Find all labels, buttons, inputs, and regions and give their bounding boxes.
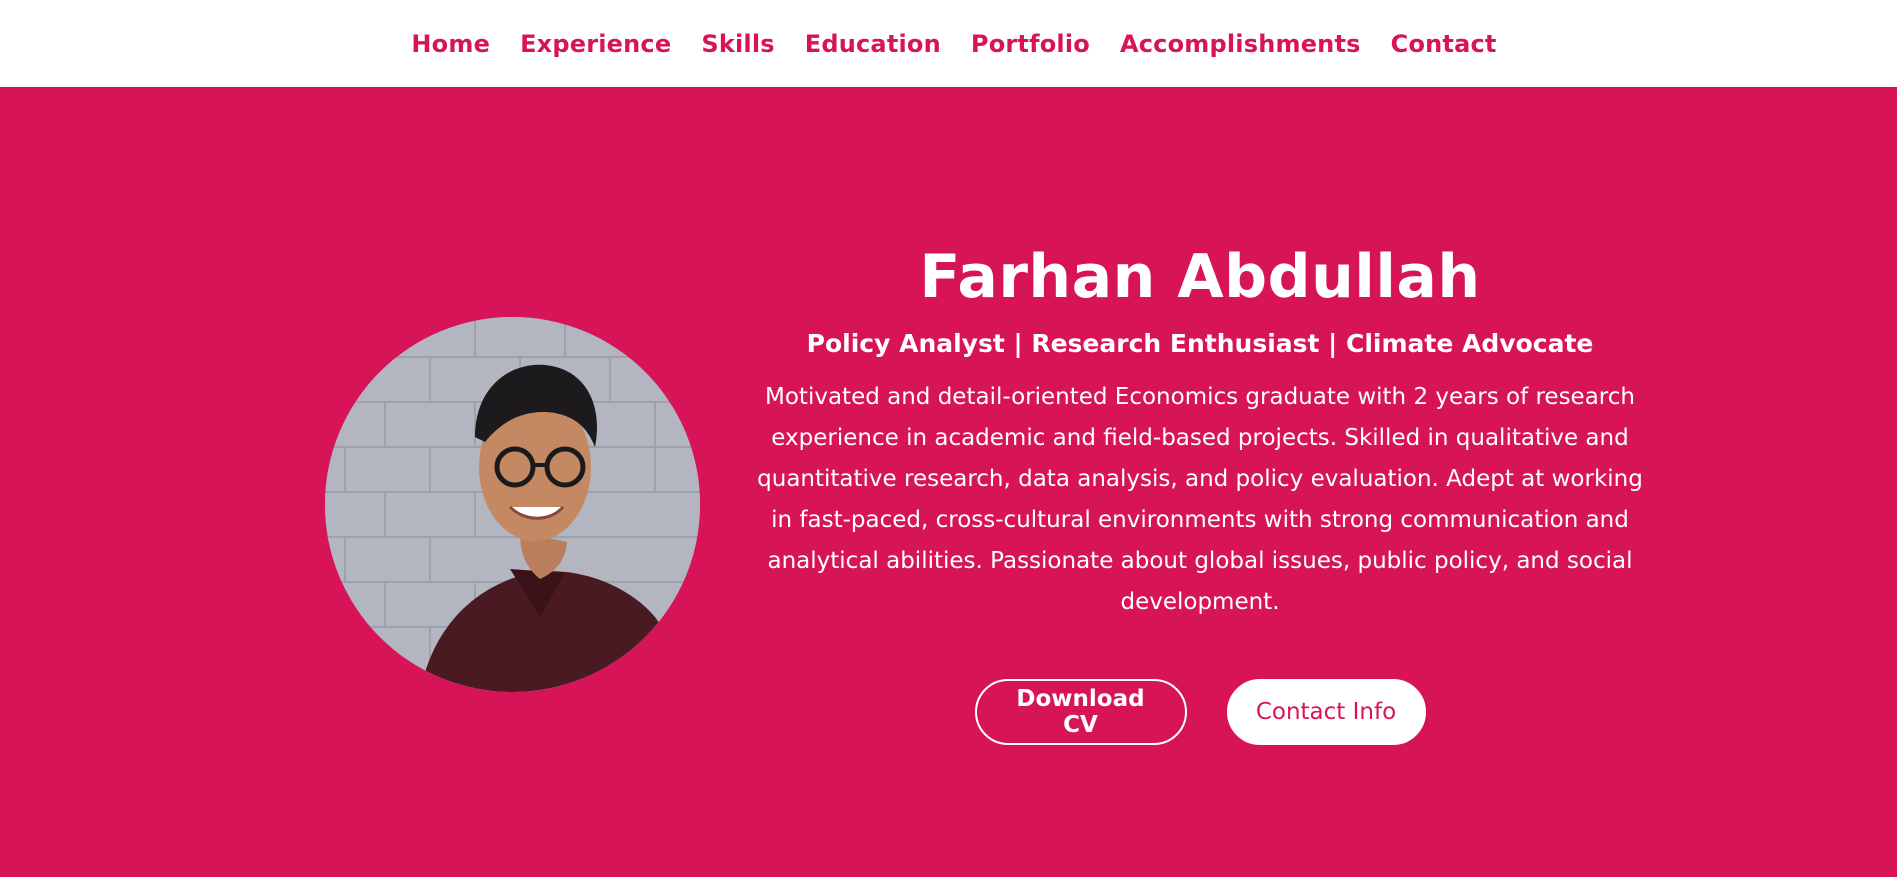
nav-item-home: Home <box>411 30 490 58</box>
nav-link-experience[interactable]: Experience <box>520 30 671 58</box>
nav-item-skills: Skills <box>701 30 774 58</box>
nav-item-contact: Contact <box>1391 30 1497 58</box>
nav-item-portfolio: Portfolio <box>971 30 1090 58</box>
nav-item-accomplishments: Accomplishments <box>1120 30 1361 58</box>
nav-list: Home Experience Skills Education Portfol… <box>400 30 1496 58</box>
profile-name: Farhan Abdullah <box>919 242 1481 312</box>
profile-bio: Motivated and detail-oriented Economics … <box>757 384 1643 615</box>
nav-link-accomplishments[interactable]: Accomplishments <box>1120 30 1361 58</box>
hero-actions: Download CV Contact Info <box>740 679 1660 745</box>
top-navbar: Home Experience Skills Education Portfol… <box>0 0 1897 87</box>
hero-section: Farhan Abdullah Policy Analyst | Researc… <box>0 87 1897 877</box>
profile-tagline: Policy Analyst | Research Enthusiast | C… <box>806 329 1594 358</box>
download-cv-button[interactable]: Download CV <box>974 679 1187 745</box>
nav-link-contact[interactable]: Contact <box>1391 30 1497 58</box>
nav-link-skills[interactable]: Skills <box>701 30 774 58</box>
profile-portrait-illustration <box>325 317 700 692</box>
contact-info-button[interactable]: Contact Info <box>1226 679 1426 745</box>
nav-item-experience: Experience <box>520 30 671 58</box>
nav-link-portfolio[interactable]: Portfolio <box>971 30 1090 58</box>
profile-photo <box>325 317 700 692</box>
nav-item-education: Education <box>805 30 941 58</box>
nav-link-education[interactable]: Education <box>805 30 941 58</box>
nav-link-home[interactable]: Home <box>411 30 490 58</box>
intro-block: Farhan Abdullah Policy Analyst | Researc… <box>740 237 1660 745</box>
